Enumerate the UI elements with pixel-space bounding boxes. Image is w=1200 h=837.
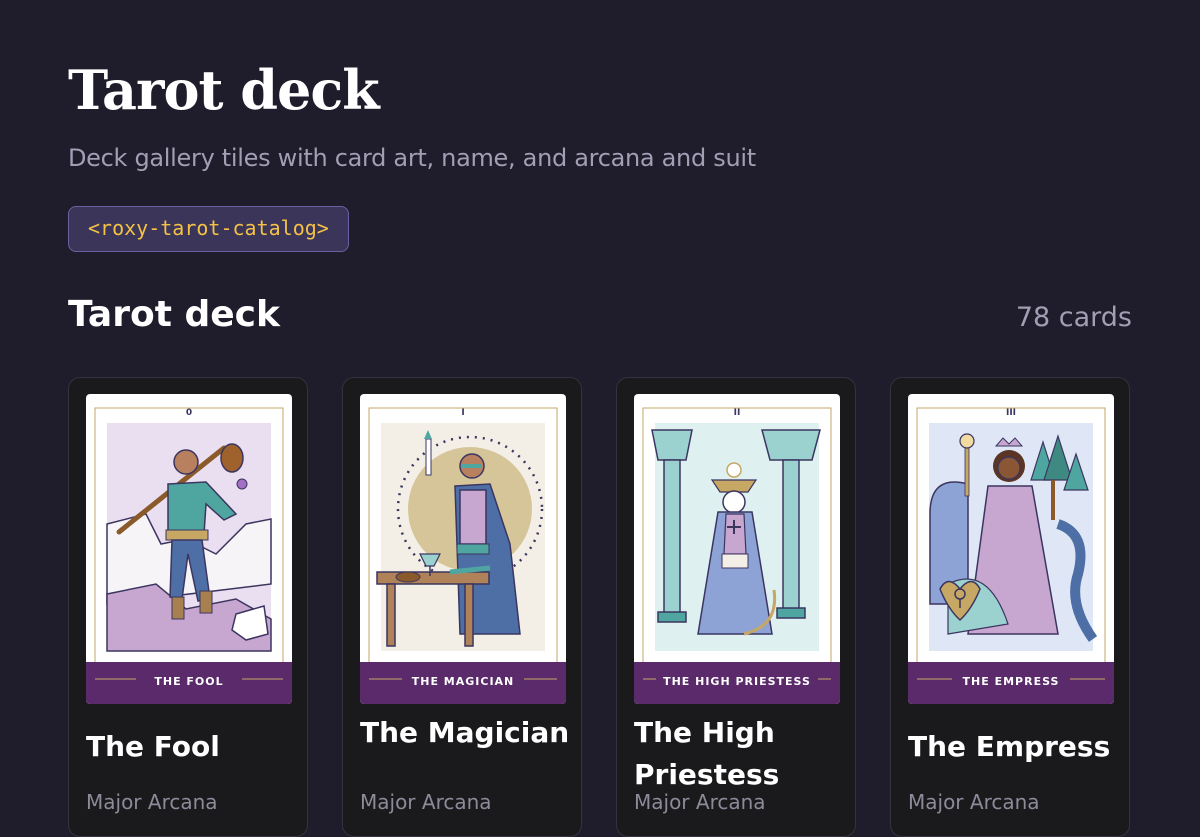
- card-art: II THE HIGH PRIESTESS: [634, 394, 840, 704]
- card-banner-label: THE EMPRESS: [963, 675, 1060, 688]
- card-name: The Fool: [86, 730, 220, 763]
- card-tile-the-high-priestess[interactable]: II THE HIGH PRIESTESS The High Priestess…: [616, 377, 856, 837]
- the-fool-illustration: 0 THE FOOL: [86, 407, 292, 704]
- card-arcana: Major Arcana: [634, 790, 766, 814]
- card-arcana: Major Arcana: [908, 790, 1040, 814]
- page-subtitle: Deck gallery tiles with card art, name, …: [68, 144, 756, 172]
- card-arcana: Major Arcana: [360, 790, 492, 814]
- the-magician-illustration: I THE MAGICIAN: [360, 407, 566, 704]
- card-banner-label: THE MAGICIAN: [412, 675, 515, 688]
- card-numeral: 0: [186, 408, 192, 418]
- the-empress-illustration: III THE EMPRESS: [908, 407, 1114, 704]
- card-numeral: III: [1006, 408, 1016, 418]
- card-count: 78 cards: [1015, 302, 1132, 333]
- card-art: 0 THE FOOL: [86, 394, 292, 704]
- card-tile-the-empress[interactable]: III THE EMPRESS The Empress Major Arcana: [890, 377, 1130, 837]
- card-banner-label: THE FOOL: [154, 675, 223, 688]
- card-name: The High Priestess: [634, 716, 780, 791]
- card-name: The Magician: [360, 716, 570, 749]
- card-tile-the-fool[interactable]: 0 THE FOOL The Fool Major Arcana: [68, 377, 308, 837]
- card-art: I THE MAGICIAN: [360, 394, 566, 704]
- card-art: III THE EMPRESS: [908, 394, 1114, 704]
- the-high-priestess-illustration: II THE HIGH PRIESTESS: [634, 407, 840, 704]
- component-tag: <roxy-tarot-catalog>: [68, 206, 349, 252]
- card-numeral: II: [734, 408, 741, 418]
- card-arcana: Major Arcana: [86, 790, 218, 814]
- card-name: The Empress: [908, 730, 1111, 763]
- section-title: Tarot deck: [68, 294, 280, 335]
- page-title: Tarot deck: [68, 58, 380, 122]
- card-numeral: I: [461, 408, 464, 418]
- card-tile-the-magician[interactable]: I THE MAGICIAN The Magician Major Arcana: [342, 377, 582, 837]
- card-banner-label: THE HIGH PRIESTESS: [663, 675, 811, 688]
